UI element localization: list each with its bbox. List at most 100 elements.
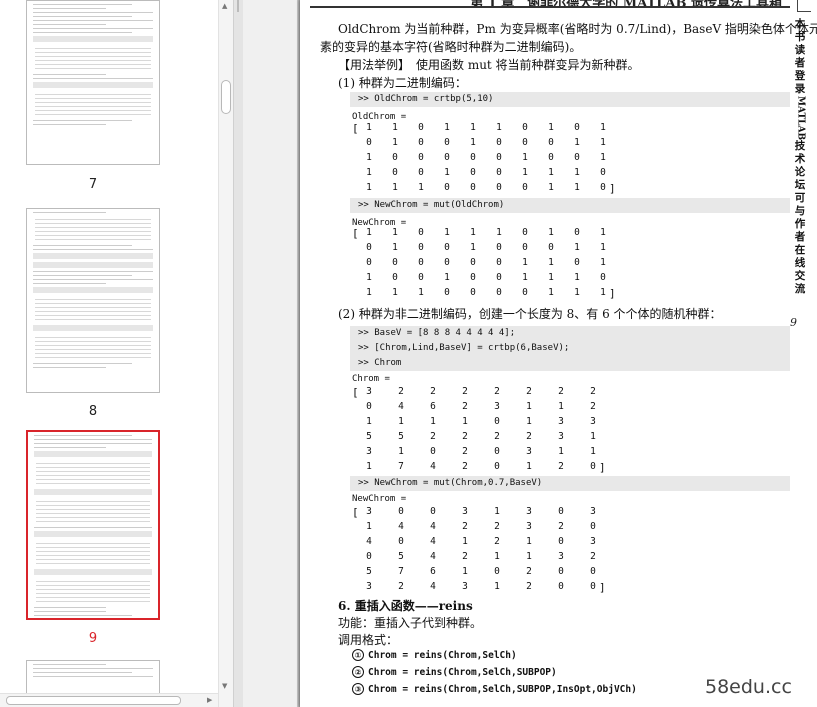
matrix-cell: 0 <box>418 152 424 163</box>
scroll-up-icon[interactable]: ▲ <box>222 2 227 10</box>
matrix-cell: 2 <box>526 431 532 442</box>
matrix-cell: 1 <box>574 272 580 283</box>
matrix-cell: 3 <box>558 431 564 442</box>
matrix-cell: 0 <box>522 182 528 193</box>
page-thumbnail-7[interactable] <box>26 0 160 165</box>
format-line: ② Chrom = reins(Chrom,SelCh,SUBPOP) <box>352 666 557 678</box>
format-text: Chrom = reins(Chrom,SelCh) <box>368 650 517 661</box>
matrix-cell: 0 <box>430 446 436 457</box>
matrix-cell: 0 <box>496 272 502 283</box>
matrix-cell: 1 <box>548 272 554 283</box>
side-text-glyph: 可 <box>794 192 806 205</box>
bracket-close: ] <box>609 182 616 195</box>
intro-text: OldChrom 为当前种群，Pm 为变异概率(省略时为 0.7/Lind)，B… <box>338 22 817 36</box>
matrix-cell: 2 <box>462 386 468 397</box>
matrix-cell: 3 <box>558 416 564 427</box>
matrix-cell: 0 <box>398 506 404 517</box>
matrix-cell: 0 <box>574 122 580 133</box>
matrix-cell: 1 <box>462 536 468 547</box>
matrix-cell: 1 <box>444 122 450 133</box>
matrix-cell: 1 <box>418 287 424 298</box>
matrix-cell: 1 <box>470 227 476 238</box>
matrix-cell: 1 <box>366 272 372 283</box>
command-box: >> NewChrom = mut(OldChrom) <box>350 198 790 213</box>
matrix-cell: 3 <box>366 581 372 592</box>
matrix-cell: 0 <box>574 227 580 238</box>
document-page: 第 1 章 谢菲尔德大学的 MATLAB 遗传算法工具箱 本书读者登录 MATLA… <box>300 0 817 707</box>
matrix-cell: 1 <box>496 227 502 238</box>
matrix-cell: 2 <box>462 551 468 562</box>
command-box: >> NewChrom = mut(Chrom,0.7,BaseV) <box>350 476 790 491</box>
matrix-cell: 1 <box>494 506 500 517</box>
matrix-cell: 1 <box>392 227 398 238</box>
matrix-cell: 0 <box>522 287 528 298</box>
matrix-cell: 0 <box>496 167 502 178</box>
matrix-cell: 1 <box>470 242 476 253</box>
command-line: >> BaseV = [8 8 8 4 4 4 4 4]; <box>358 328 516 338</box>
format-heading: 调用格式： <box>338 633 399 647</box>
number-badge: ② <box>352 666 364 678</box>
matrix-cell: 0 <box>590 521 596 532</box>
matrix-cell: 1 <box>522 152 528 163</box>
side-text-glyph: MATLAB <box>795 96 806 141</box>
section-title: (2) 种群为非二进制编码，创建一个长度为 8、有 6 个个体的随机种群： <box>338 307 722 321</box>
matrix-cell: 1 <box>430 416 436 427</box>
matrix-cell: 0 <box>496 287 502 298</box>
matrix-cell: 2 <box>526 386 532 397</box>
output-label: NewChrom = <box>352 494 407 504</box>
sidebar-scroll-thumb[interactable] <box>221 80 231 114</box>
sidebar-hscroll-thumb[interactable] <box>6 696 181 705</box>
matrix-cell: 1 <box>470 137 476 148</box>
pane-splitter[interactable] <box>233 0 243 707</box>
matrix-cell: 0 <box>392 272 398 283</box>
matrix-cell: 1 <box>522 167 528 178</box>
splitter-grip[interactable] <box>237 0 239 12</box>
side-text-glyph: 论 <box>794 166 806 179</box>
matrix-cell: 3 <box>366 506 372 517</box>
matrix-cell: 6 <box>430 401 436 412</box>
matrix-cell: 1 <box>366 167 372 178</box>
side-text-glyph: 坛 <box>794 179 806 192</box>
matrix-cell: 3 <box>462 581 468 592</box>
matrix-cell: 1 <box>522 257 528 268</box>
matrix-cell: 1 <box>392 137 398 148</box>
matrix-cell: 0 <box>444 287 450 298</box>
matrix-cell: 2 <box>590 386 596 397</box>
matrix-cell: 0 <box>418 167 424 178</box>
command-box: >> OldChrom = crtbp(5,10) <box>350 92 790 107</box>
command-line: >> NewChrom = mut(OldChrom) <box>358 200 505 210</box>
matrix-cell: 2 <box>398 386 404 397</box>
matrix-cell: 2 <box>558 521 564 532</box>
page-thumbnail-9[interactable] <box>26 430 160 620</box>
header-title: 第 1 章 谢菲尔德大学的 MATLAB 遗传算法工具箱 <box>470 0 782 8</box>
matrix-cell: 0 <box>418 227 424 238</box>
matrix-cell: 1 <box>600 137 606 148</box>
scroll-down-icon[interactable]: ▼ <box>222 682 227 690</box>
page-thumbnail-8[interactable] <box>26 208 160 393</box>
command-line: >> [Chrom,Lind,BaseV] = crtbp(6,BaseV); <box>358 343 570 353</box>
matrix-cell: 1 <box>470 122 476 133</box>
matrix-cell: 1 <box>366 227 372 238</box>
matrix-cell: 1 <box>366 461 372 472</box>
matrix-cell: 4 <box>430 551 436 562</box>
matrix-cell: 1 <box>600 227 606 238</box>
matrix-cell: 1 <box>494 551 500 562</box>
side-text-glyph: 流 <box>794 283 806 296</box>
scroll-right-icon[interactable]: ▶ <box>207 696 212 704</box>
matrix-cell: 1 <box>548 257 554 268</box>
matrix-cell: 1 <box>444 272 450 283</box>
matrix-cell: 1 <box>548 182 554 193</box>
matrix-cell: 1 <box>392 122 398 133</box>
matrix-cell: 1 <box>366 287 372 298</box>
example-heading: 【用法举例】 使用函数 mut 将当前种群变异为新种群。 <box>338 58 640 72</box>
matrix-cell: 4 <box>430 581 436 592</box>
matrix-cell: 1 <box>496 122 502 133</box>
section-title: (1) 种群为二进制编码： <box>338 76 467 90</box>
side-text-glyph: 技 <box>794 140 806 153</box>
bracket-open: [ <box>352 386 359 399</box>
matrix-cell: 1 <box>590 446 596 457</box>
side-text-glyph: 与 <box>794 205 806 218</box>
matrix-cell: 1 <box>444 227 450 238</box>
matrix-cell: 0 <box>470 272 476 283</box>
side-text-glyph: 者 <box>794 231 806 244</box>
